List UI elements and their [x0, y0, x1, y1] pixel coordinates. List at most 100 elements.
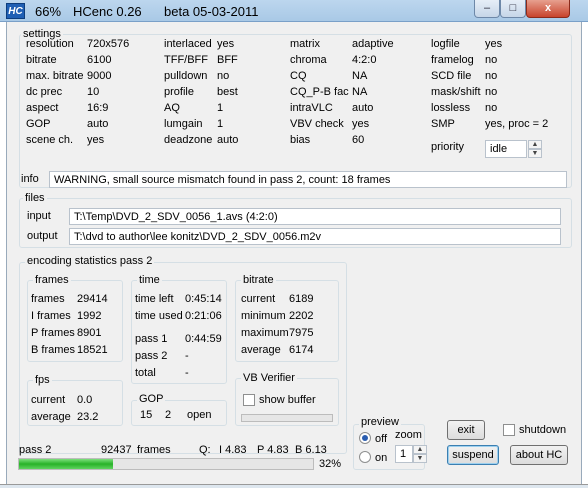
stat-label: current [241, 293, 276, 305]
zoom-input[interactable]: 1 [395, 445, 413, 463]
main-window: settings resolution 720x576 bitrate 6100 max… [6, 22, 582, 484]
priority-label: priority [431, 141, 465, 153]
stat-label: average [241, 344, 281, 356]
setting-value: yes [352, 118, 370, 130]
stat-label: I frames [31, 310, 71, 322]
files-label: files [23, 192, 47, 204]
stat-value: - [185, 350, 189, 362]
title-app-name: HCenc 0.26 [73, 4, 142, 19]
progress-bar [18, 458, 314, 470]
stat-label: time left [135, 293, 174, 305]
time-group-label: time [137, 274, 162, 286]
stat-value: - [185, 367, 189, 379]
output-path-field[interactable]: T:\dvd to author\lee konitz\DVD_2_SDV_00… [69, 228, 561, 245]
preview-off-label: off [375, 433, 388, 445]
setting-label: CQ_P-B fac [290, 86, 349, 98]
status-q-i: I 4.83 [219, 444, 247, 456]
setting-label: mask/shift [431, 86, 481, 98]
shutdown-checkbox[interactable] [503, 424, 515, 436]
stat-value: 23.2 [77, 411, 99, 423]
bitrate-group-label: bitrate [241, 274, 276, 286]
setting-value: no [485, 70, 498, 82]
stat-label: pass 1 [135, 333, 168, 345]
priority-up-icon[interactable]: ▲ [528, 140, 542, 149]
setting-label: bias [290, 134, 311, 146]
setting-label: deadzone [164, 134, 213, 146]
info-field: WARNING, small source mismatch found in … [49, 171, 567, 188]
show-buffer-checkbox[interactable] [243, 394, 255, 406]
setting-label: interlaced [164, 38, 212, 50]
preview-on-radio[interactable] [359, 451, 371, 463]
minimize-button[interactable]: – [474, 0, 500, 18]
stat-value: 0:44:59 [185, 333, 222, 345]
gop-value-2: 2 [165, 409, 172, 421]
setting-value: 6100 [87, 54, 112, 66]
setting-value: auto [87, 118, 109, 130]
encoding-stats-label: encoding statistics pass 2 [25, 255, 155, 267]
stat-label: P frames [31, 327, 75, 339]
maximize-button[interactable]: □ [500, 0, 526, 18]
zoom-label: zoom [395, 429, 422, 441]
setting-value: adaptive [352, 38, 394, 50]
priority-input[interactable]: idle [485, 140, 527, 158]
setting-value: auto [352, 102, 374, 114]
close-button[interactable]: x [526, 0, 570, 18]
stat-label: average [31, 411, 71, 423]
setting-value: no [485, 54, 498, 66]
info-label: info [21, 173, 39, 185]
setting-label: SCD file [431, 70, 472, 82]
setting-label: AQ [164, 102, 180, 114]
setting-label: TFF/BFF [164, 54, 208, 66]
setting-label: pulldown [164, 70, 208, 82]
output-label: output [27, 230, 58, 242]
setting-value: 1 [217, 102, 224, 114]
setting-label: scene ch. [26, 134, 74, 146]
stat-value: 29414 [77, 293, 108, 305]
setting-value: NA [352, 70, 368, 82]
setting-value: no [217, 70, 230, 82]
setting-label: lossless [431, 102, 471, 114]
setting-label: intraVLC [290, 102, 333, 114]
exit-button[interactable]: exit [447, 420, 485, 440]
vb-verifier-label: VB Verifier [241, 372, 297, 384]
setting-label: CQ [290, 70, 307, 82]
setting-label: matrix [290, 38, 320, 50]
stat-value: 1992 [77, 310, 102, 322]
setting-label: aspect [26, 102, 59, 114]
stat-value: 6174 [289, 344, 314, 356]
preview-label: preview [359, 416, 401, 428]
setting-value: 720x576 [87, 38, 130, 50]
stat-label: time used [135, 310, 183, 322]
zoom-up-icon[interactable]: ▲ [413, 445, 427, 454]
preview-off-radio[interactable] [359, 432, 371, 444]
setting-label: logfile [431, 38, 460, 50]
setting-value: 10 [87, 86, 100, 98]
input-path-field[interactable]: T:\Temp\DVD_2_SDV_0056_1.avs (4:2:0) [69, 208, 561, 225]
title-progress: 66% [35, 4, 62, 19]
stat-value: 18521 [77, 344, 108, 356]
status-q-p: P 4.83 [257, 444, 289, 456]
suspend-button[interactable]: suspend [447, 445, 499, 465]
gop-value-3: open [187, 409, 212, 421]
title-bar: HC 66% HCenc 0.26 beta 05-03-2011 – □ x [0, 0, 588, 22]
zoom-down-icon[interactable]: ▼ [413, 454, 427, 463]
stat-label: minimum [241, 310, 286, 322]
stat-label: pass 2 [135, 350, 168, 362]
about-button[interactable]: about HC [510, 445, 568, 465]
status-frames-label: frames [137, 444, 171, 456]
status-percent: 32% [319, 458, 342, 470]
gop-value-1: 15 [140, 409, 153, 421]
status-q-b: B 6.13 [295, 444, 327, 456]
app-logo: HC [6, 3, 25, 19]
stat-label: frames [31, 293, 65, 305]
stat-label: maximum [241, 327, 289, 339]
gop-group-label: GOP [137, 393, 166, 405]
status-pass: pass 2 [19, 444, 52, 456]
shutdown-label: shutdown [519, 424, 567, 436]
setting-label: lumgain [164, 118, 203, 130]
setting-value: NA [352, 86, 368, 98]
stat-value: 2202 [289, 310, 314, 322]
progress-fill [19, 459, 114, 469]
priority-down-icon[interactable]: ▼ [528, 149, 542, 158]
setting-label: max. bitrate [26, 70, 84, 82]
